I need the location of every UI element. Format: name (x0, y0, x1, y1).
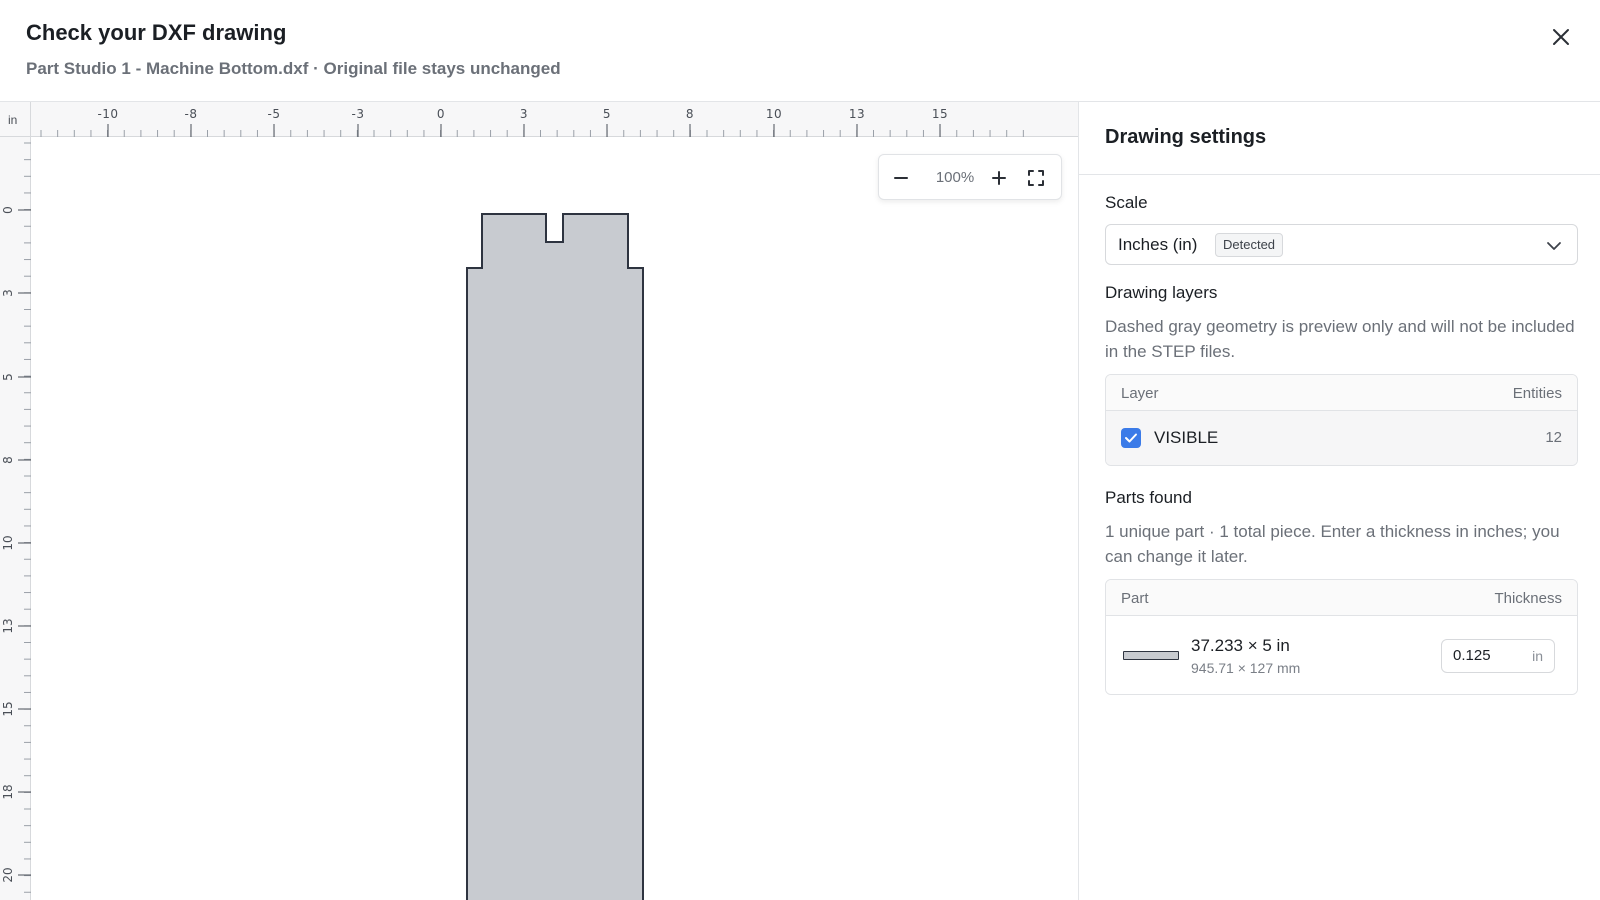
ruler-tick-label: 13 (849, 107, 865, 121)
ruler-tick-label: 3 (520, 107, 528, 121)
drawing-canvas[interactable]: in -10 -8 -5 -3 0 3 5 8 10 13 15 0 3 5 8 10 13 15 18 20 10… (0, 102, 1078, 900)
part-dimensions-in: 37.233 × 5 in (1191, 636, 1290, 655)
fit-to-screen-button[interactable] (1022, 164, 1050, 192)
zoom-control: 100% (878, 154, 1062, 200)
ruler-tick-label: 10 (1, 535, 15, 550)
ruler-tick-label: 13 (1, 618, 15, 633)
scale-value: Inches (in) (1118, 235, 1198, 254)
ruler-tick-label: 10 (766, 107, 782, 121)
parts-table: Part Thickness 37.233 × 5 in 945.71 × 12… (1105, 579, 1578, 695)
drawing-layers-label: Drawing layers (1105, 283, 1218, 302)
column-header-layer: Layer (1121, 385, 1159, 402)
close-button[interactable] (1546, 22, 1576, 52)
layers-table-header: Layer Entities (1106, 375, 1577, 411)
panel-header: Drawing settings (1079, 102, 1600, 175)
thickness-field[interactable]: in (1441, 639, 1555, 673)
ruler-tick-label: -8 (185, 107, 198, 121)
layers-description: Dashed gray geometry is preview only and… (1105, 317, 1575, 361)
layer-entity-count: 12 (1545, 429, 1562, 446)
scale-label: Scale (1105, 193, 1148, 212)
layers-table: Layer Entities VISIBLE 12 (1105, 374, 1578, 466)
panel-title: Drawing settings (1105, 126, 1267, 148)
parts-description: 1 unique part · 1 total piece. Enter a t… (1105, 522, 1560, 566)
ruler-tick-label: 20 (1, 867, 15, 882)
horizontal-ruler: -10 -8 -5 -3 0 3 5 8 10 13 15 (31, 102, 1078, 137)
horizontal-ruler-graphic: -10 -8 -5 -3 0 3 5 8 10 13 15 (40, 107, 1024, 137)
ruler-tick-label: 8 (686, 107, 694, 121)
column-header-thickness: Thickness (1494, 590, 1562, 607)
table-row: 37.233 × 5 in 945.71 × 127 mm in (1106, 616, 1577, 694)
part-outline[interactable] (466, 213, 644, 900)
vertical-ruler: 0 3 5 8 10 13 15 18 20 (0, 137, 31, 900)
ruler-tick-label: -5 (268, 107, 281, 121)
ruler-tick-label: 18 (1, 784, 15, 799)
ruler-tick-label: 5 (1, 373, 15, 381)
ruler-corner: in (0, 102, 31, 137)
parts-table-header: Part Thickness (1106, 580, 1577, 616)
settings-panel: Drawing settings Scale Inches (in) Detec… (1078, 102, 1600, 900)
ruler-tick-label: 5 (603, 107, 611, 121)
scale-select[interactable]: Inches (in) Detected (1105, 224, 1578, 265)
close-icon (1553, 29, 1569, 45)
ruler-tick-label: 15 (1, 701, 15, 716)
ruler-tick-label: 0 (437, 107, 445, 121)
chevron-down-icon (1547, 242, 1561, 250)
ruler-tick-label: -3 (352, 107, 365, 121)
thickness-input[interactable] (1453, 647, 1523, 664)
ruler-unit-label: in (8, 113, 18, 127)
parts-found-label: Parts found (1105, 488, 1192, 507)
table-row[interactable]: VISIBLE 12 (1106, 411, 1577, 465)
ruler-tick-label: 0 (1, 206, 15, 214)
vertical-ruler-graphic: 0 3 5 8 10 13 15 18 20 (1, 142, 31, 893)
column-header-entities: Entities (1512, 385, 1562, 402)
column-header-part: Part (1121, 590, 1149, 607)
zoom-level: 100% (935, 169, 975, 186)
ruler-tick-label: 3 (1, 289, 15, 297)
part-dimensions-mm: 945.71 × 127 mm (1191, 660, 1301, 676)
minus-icon (894, 177, 908, 179)
ruler-tick-label: -10 (97, 107, 118, 121)
part-thumbnail (1123, 651, 1179, 660)
thickness-unit: in (1532, 648, 1543, 664)
dialog-title: Check your DXF drawing (26, 20, 287, 45)
zoom-in-button[interactable] (985, 164, 1013, 192)
dialog-subtitle: Part Studio 1 - Machine Bottom.dxf · Ori… (26, 59, 561, 78)
drawing-preview (466, 213, 644, 900)
detected-badge: Detected (1215, 233, 1284, 257)
check-icon (1125, 433, 1137, 443)
layer-name: VISIBLE (1154, 428, 1219, 447)
ruler-tick-label: 8 (1, 456, 15, 464)
zoom-out-button[interactable] (887, 164, 915, 192)
ruler-tick-label: 15 (932, 107, 948, 121)
plus-icon (992, 171, 1006, 185)
layer-checkbox[interactable] (1121, 428, 1141, 448)
dialog-header: Check your DXF drawing Part Studio 1 - M… (0, 0, 1600, 102)
fullscreen-icon (1028, 170, 1044, 186)
